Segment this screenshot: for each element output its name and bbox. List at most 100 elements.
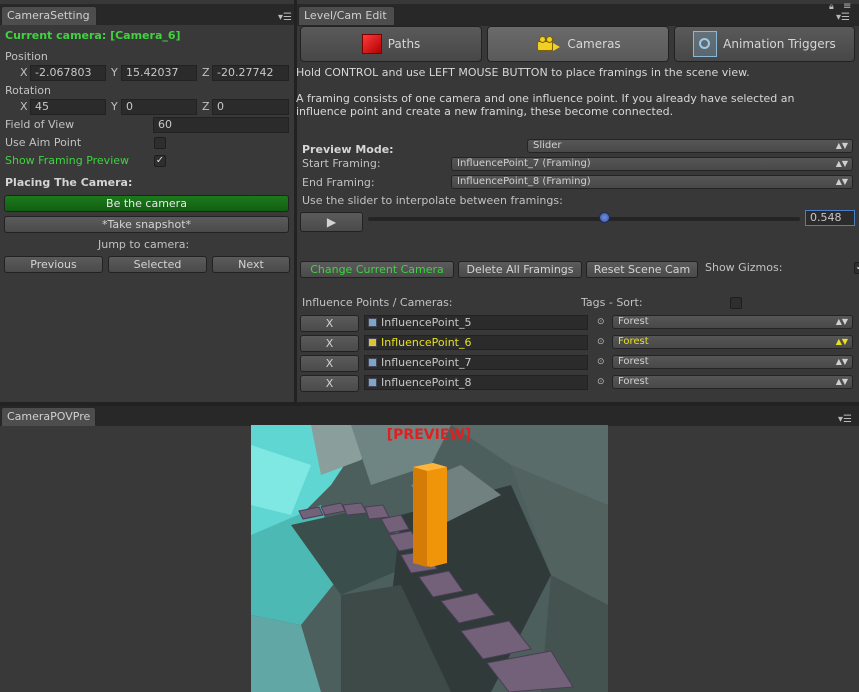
show-gizmos-label: Show Gizmos:: [705, 261, 783, 274]
fov-field[interactable]: 60: [153, 117, 289, 133]
dropdown-arrow-icon: ▲▼: [835, 337, 848, 346]
use-aim-label: Use Aim Point: [5, 136, 82, 149]
rot-y-field[interactable]: 0: [121, 99, 197, 115]
tab-paths-label: Paths: [387, 37, 421, 51]
tab-cameras-label: Cameras: [567, 37, 621, 51]
camera-preview-view: [PREVIEW]: [251, 425, 608, 692]
change-current-camera-button[interactable]: Change Current Camera: [300, 261, 454, 278]
panel-menu-icon[interactable]: ▾☰: [278, 12, 292, 23]
pos-z-field[interactable]: -20.27742: [212, 65, 289, 81]
object-name: InfluencePoint_7: [381, 356, 472, 369]
placing-label: Placing The Camera:: [5, 176, 133, 189]
delete-all-framings-button[interactable]: Delete All Framings: [458, 261, 582, 278]
target-icon[interactable]: ⊙: [597, 337, 605, 347]
tag-value: Forest: [618, 376, 649, 387]
tag-dropdown[interactable]: Forest ▲▼: [612, 335, 853, 349]
end-framing-dropdown[interactable]: InfluencePoint_8 (Framing) ▲▼: [451, 175, 853, 189]
selected-button[interactable]: Selected: [108, 256, 207, 273]
prefab-icon: [368, 318, 377, 327]
use-aim-checkbox[interactable]: [154, 137, 166, 149]
preview-mode-label: Preview Mode:: [302, 143, 394, 156]
be-the-camera-button[interactable]: Be the camera: [4, 195, 289, 212]
tag-value: Forest: [618, 336, 649, 347]
target-icon[interactable]: ⊙: [597, 357, 605, 367]
sort-checkbox[interactable]: [730, 297, 742, 309]
lock-icon[interactable]: 🔒︎: [829, 2, 834, 12]
camera-icon: [535, 36, 561, 52]
tag-value: Forest: [618, 316, 649, 327]
target-icon[interactable]: ⊙: [597, 317, 605, 327]
dropdown-arrow-icon: ▲▼: [835, 377, 848, 386]
previous-button[interactable]: Previous: [4, 256, 103, 273]
instruction-text-1: Hold CONTROL and use LEFT MOUSE BUTTON t…: [296, 66, 750, 79]
start-framing-dropdown[interactable]: InfluencePoint_7 (Framing) ▲▼: [451, 157, 853, 171]
preview-mode-dropdown[interactable]: Slider ▲▼: [527, 139, 853, 153]
fov-label: Field of View: [5, 118, 75, 131]
dropdown-arrow-icon: ▲▼: [835, 141, 848, 150]
start-framing-label: Start Framing:: [302, 157, 381, 170]
red-cube-icon: [361, 34, 382, 54]
next-button[interactable]: Next: [212, 256, 290, 273]
tab-camera-pov-preview[interactable]: CameraPOVPre: [1, 407, 96, 426]
panel-menu-icon-right[interactable]: ▾☰: [836, 12, 850, 23]
object-field[interactable]: InfluencePoint_8: [364, 375, 588, 390]
target-icon[interactable]: ⊙: [597, 377, 605, 387]
play-icon: ▶: [326, 215, 337, 229]
object-name: InfluencePoint_8: [381, 376, 472, 389]
preview-label: [PREVIEW]: [387, 427, 471, 443]
preview-mode-value: Slider: [533, 140, 562, 151]
interpolation-slider-thumb[interactable]: [598, 212, 610, 223]
instruction-text-2: A framing consists of one camera and one…: [296, 92, 795, 118]
tab-level-cam-edit[interactable]: Level/Cam Edit: [298, 6, 395, 25]
object-name: InfluencePoint_6: [381, 336, 472, 349]
show-gizmos-checkbox[interactable]: ✓: [854, 262, 859, 274]
trigger-icon: [693, 31, 718, 57]
window-menu-icon[interactable]: ≡: [843, 1, 851, 12]
pos-x-field[interactable]: -2.067803: [30, 65, 106, 81]
object-name: InfluencePoint_5: [381, 316, 472, 329]
end-framing-value: InfluencePoint_8 (Framing): [457, 176, 591, 187]
rot-z-label: Z: [202, 100, 210, 113]
end-framing-label: End Framing:: [302, 176, 375, 189]
pos-z-label: Z: [202, 66, 210, 79]
show-preview-checkbox[interactable]: ✓: [154, 155, 166, 167]
tab-camera-setting[interactable]: CameraSetting: [1, 6, 97, 25]
start-framing-value: InfluencePoint_7 (Framing): [457, 158, 591, 169]
remove-row-button[interactable]: X: [300, 335, 359, 352]
jump-label: Jump to camera:: [98, 238, 190, 251]
tab-paths[interactable]: Paths: [300, 26, 482, 62]
play-button[interactable]: ▶: [300, 212, 363, 232]
current-camera-label: Current camera: [Camera_6]: [5, 29, 181, 42]
rot-x-field[interactable]: 45: [30, 99, 106, 115]
show-preview-label: Show Framing Preview: [5, 154, 130, 167]
pos-y-label: Y: [111, 66, 118, 79]
slider-value-field[interactable]: 0.548: [805, 210, 855, 226]
tab-cameras[interactable]: Cameras: [487, 26, 669, 62]
interpolation-slider-track[interactable]: [368, 217, 800, 221]
prefab-icon: [368, 378, 377, 387]
tag-dropdown[interactable]: Forest ▲▼: [612, 355, 853, 369]
dropdown-arrow-icon: ▲▼: [835, 317, 848, 326]
remove-row-button[interactable]: X: [300, 315, 359, 332]
tag-dropdown[interactable]: Forest ▲▼: [612, 375, 853, 389]
pos-y-field[interactable]: 15.42037: [121, 65, 197, 81]
slider-hint: Use the slider to interpolate between fr…: [302, 194, 563, 207]
tag-value: Forest: [618, 356, 649, 367]
take-snapshot-button[interactable]: *Take snapshot*: [4, 216, 289, 233]
panel-divider[interactable]: [294, 0, 297, 404]
camera-setting-panel: [0, 25, 294, 402]
object-field[interactable]: InfluencePoint_7: [364, 355, 588, 370]
remove-row-button[interactable]: X: [300, 375, 359, 392]
reset-scene-cam-button[interactable]: Reset Scene Cam: [586, 261, 698, 278]
influence-points-header: Influence Points / Cameras:: [302, 296, 453, 309]
tab-animation-triggers-label: Animation Triggers: [723, 37, 836, 51]
rot-z-field[interactable]: 0: [212, 99, 289, 115]
panel-menu-icon-bottom[interactable]: ▾☰: [838, 414, 852, 425]
tab-animation-triggers[interactable]: Animation Triggers: [674, 26, 855, 62]
dropdown-arrow-icon: ▲▼: [835, 177, 848, 186]
tags-sort-header: Tags - Sort:: [581, 296, 643, 309]
tag-dropdown[interactable]: Forest ▲▼: [612, 315, 853, 329]
object-field[interactable]: InfluencePoint_5: [364, 315, 588, 330]
remove-row-button[interactable]: X: [300, 355, 359, 372]
object-field[interactable]: InfluencePoint_6: [364, 335, 588, 350]
